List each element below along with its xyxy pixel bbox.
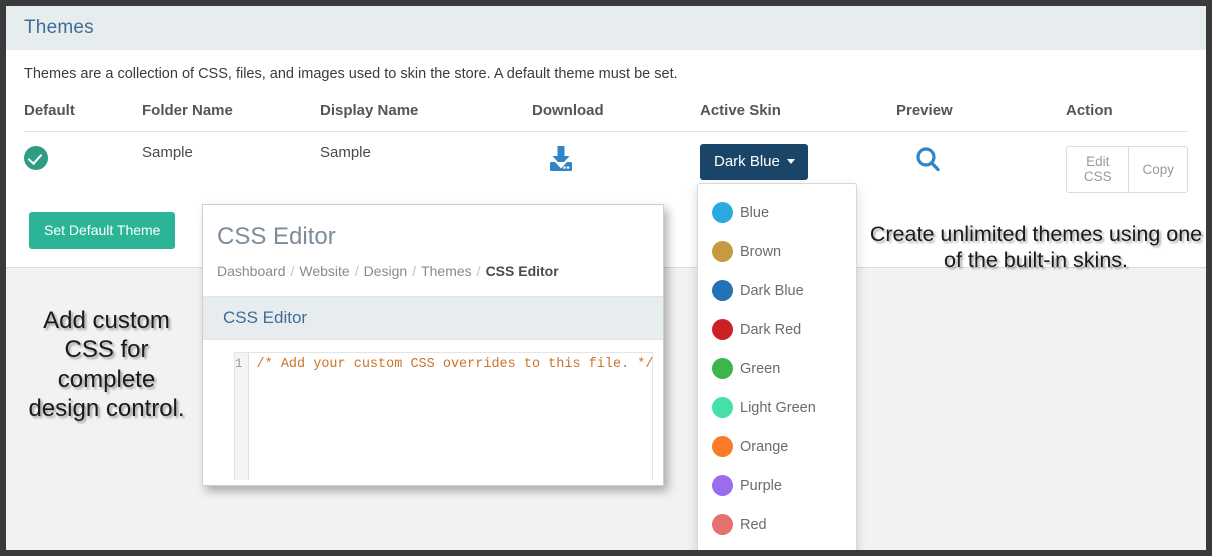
skin-menu-item-blue[interactable]: Blue bbox=[698, 193, 856, 232]
skin-menu-item-dark-blue[interactable]: Dark Blue bbox=[698, 271, 856, 310]
skin-menu-item-label: Purple bbox=[740, 477, 782, 494]
page-title: Themes bbox=[24, 17, 94, 38]
breadcrumb-item-design[interactable]: Design bbox=[364, 263, 408, 279]
skin-menu-item-label: Light Green bbox=[740, 399, 816, 416]
breadcrumb-item-css-editor: CSS Editor bbox=[485, 263, 559, 279]
skin-menu-item-label: Green bbox=[740, 360, 781, 377]
column-header-default: Default bbox=[24, 102, 142, 132]
cell-preview bbox=[896, 132, 1066, 194]
breadcrumb-separator: / bbox=[290, 263, 295, 279]
color-swatch-icon bbox=[712, 358, 733, 379]
skin-menu-item-purple[interactable]: Purple bbox=[698, 466, 856, 505]
skin-menu-item-label: Orange bbox=[740, 438, 789, 455]
color-swatch-icon bbox=[712, 475, 733, 496]
code-line[interactable]: /* Add your custom CSS overrides to this… bbox=[249, 353, 654, 480]
themes-card-body: Themes are a collection of CSS, files, a… bbox=[6, 50, 1206, 193]
active-skin-dropdown-menu[interactable]: Blue Brown Dark Blue Dark Red Green Ligh… bbox=[697, 183, 857, 550]
set-default-theme-button[interactable]: Set Default Theme bbox=[29, 212, 176, 249]
annotation-left: Add custom CSS for complete design contr… bbox=[28, 307, 185, 422]
css-editor-section-header: CSS Editor bbox=[203, 296, 663, 340]
skin-menu-item-dark-red[interactable]: Dark Red bbox=[698, 310, 856, 349]
column-header-preview: Preview bbox=[896, 102, 1066, 132]
breadcrumb-separator: / bbox=[476, 263, 481, 279]
skin-menu-item-label: Brown bbox=[740, 243, 782, 260]
skin-menu-item-orange[interactable]: Orange bbox=[698, 427, 856, 466]
line-number-gutter: 1 bbox=[235, 353, 249, 480]
column-header-display-name: Display Name bbox=[320, 102, 532, 132]
cell-folder-name: Sample bbox=[142, 144, 193, 161]
copy-button[interactable]: Copy bbox=[1129, 146, 1188, 193]
column-header-download: Download bbox=[532, 102, 700, 132]
cell-download bbox=[532, 132, 700, 194]
color-swatch-icon bbox=[712, 241, 733, 262]
chevron-down-icon bbox=[786, 159, 795, 164]
annotation-right: Create unlimited themes using one of the… bbox=[869, 222, 1203, 273]
css-editor-title: CSS Editor bbox=[217, 223, 336, 250]
cell-display-name: Sample bbox=[320, 144, 371, 161]
skin-menu-item-light-green[interactable]: Light Green bbox=[698, 388, 856, 427]
cell-action: Edit CSS Copy bbox=[1066, 132, 1188, 193]
color-swatch-icon bbox=[712, 514, 733, 535]
color-swatch-icon bbox=[712, 436, 733, 457]
column-header-active-skin: Active Skin bbox=[700, 102, 896, 132]
themes-card-header: Themes bbox=[6, 6, 1206, 50]
css-editor-header: CSS Editor Dashboard / Website / Design / Them… bbox=[203, 205, 663, 279]
table-row: Sample Sample Dark Blue Edit CSS Copy bbox=[24, 132, 1188, 194]
color-swatch-icon bbox=[712, 397, 733, 418]
skin-menu-item-label: Dark Blue bbox=[740, 282, 804, 299]
themes-description: Themes are a collection of CSS, files, a… bbox=[24, 66, 678, 82]
color-swatch-icon bbox=[712, 280, 733, 301]
color-swatch-icon bbox=[712, 202, 733, 223]
breadcrumb-separator: / bbox=[412, 263, 417, 279]
skin-menu-item-green[interactable]: Green bbox=[698, 349, 856, 388]
skin-menu-item-red[interactable]: Red bbox=[698, 505, 856, 544]
css-editor-section-title: CSS Editor bbox=[223, 308, 308, 327]
edit-css-button[interactable]: Edit CSS bbox=[1066, 146, 1130, 193]
breadcrumb-separator: / bbox=[354, 263, 359, 279]
search-icon[interactable] bbox=[912, 144, 944, 180]
table-header-row: Default Folder Name Display Name Downloa… bbox=[24, 102, 1188, 132]
column-header-action: Action bbox=[1066, 102, 1188, 132]
page-container: Themes Themes are a collection of CSS, f… bbox=[6, 6, 1206, 550]
skin-menu-item-yellow[interactable]: Yellow bbox=[698, 544, 856, 550]
css-editor-panel: CSS Editor Dashboard / Website / Design / Them… bbox=[202, 204, 664, 486]
skin-menu-item-brown[interactable]: Brown bbox=[698, 232, 856, 271]
breadcrumb-item-website[interactable]: Website bbox=[299, 263, 349, 279]
skin-menu-item-label: Dark Red bbox=[740, 321, 802, 338]
skin-menu-item-label: Red bbox=[740, 516, 767, 533]
breadcrumb-item-dashboard[interactable]: Dashboard bbox=[217, 263, 286, 279]
column-header-folder-name: Folder Name bbox=[142, 102, 320, 132]
download-icon[interactable] bbox=[546, 144, 576, 178]
check-circle-icon bbox=[24, 146, 48, 170]
action-button-group: Edit CSS Copy bbox=[1066, 146, 1188, 193]
code-editor[interactable]: 1 /* Add your custom CSS overrides to th… bbox=[234, 352, 653, 480]
breadcrumb-item-themes[interactable]: Themes bbox=[421, 263, 472, 279]
screenshot-root: Themes Themes are a collection of CSS, f… bbox=[0, 0, 1212, 556]
breadcrumb: Dashboard / Website / Design / Themes / CSS Edit… bbox=[217, 263, 663, 279]
active-skin-dropdown: Dark Blue bbox=[700, 144, 808, 180]
cell-default bbox=[24, 132, 142, 194]
active-skin-button[interactable]: Dark Blue bbox=[700, 144, 808, 180]
active-skin-button-label: Dark Blue bbox=[714, 153, 780, 170]
themes-table: Default Folder Name Display Name Downloa… bbox=[24, 102, 1188, 193]
skin-menu-item-label: Blue bbox=[740, 204, 770, 221]
color-swatch-icon bbox=[712, 319, 733, 340]
